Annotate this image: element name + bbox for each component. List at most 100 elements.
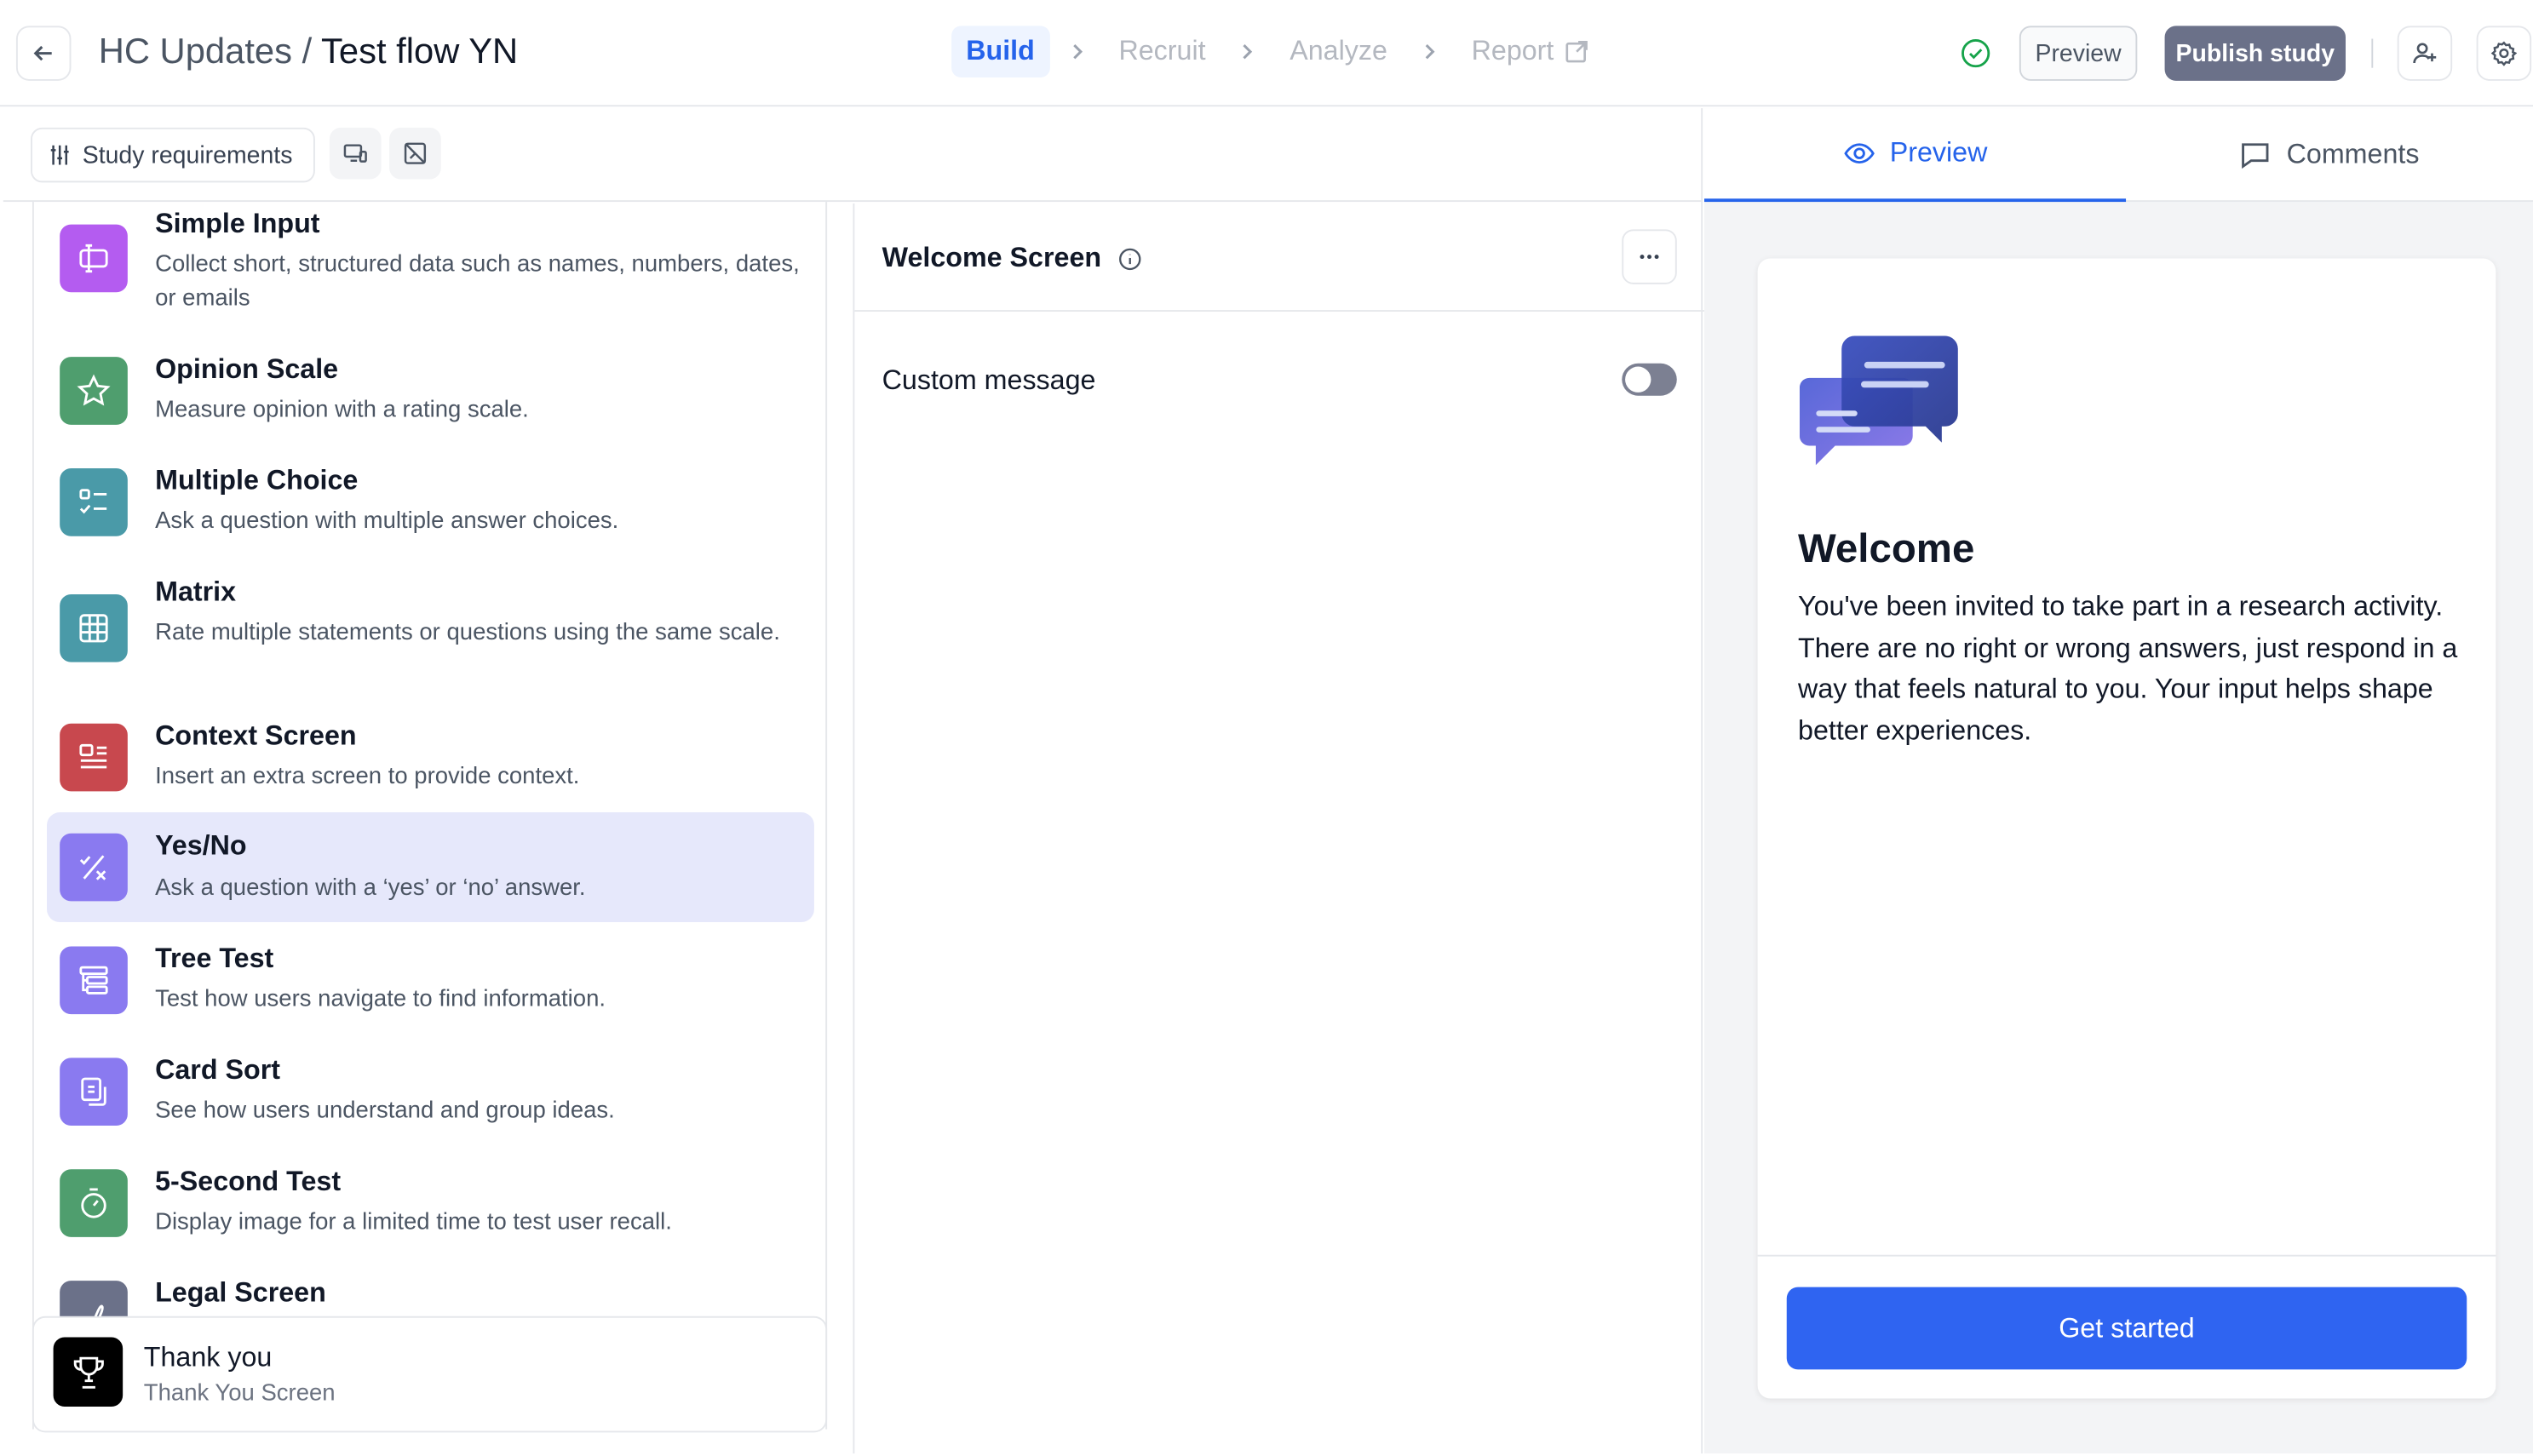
- block-description: Rate multiple statements or questions us…: [155, 620, 780, 646]
- star-icon: [60, 357, 128, 425]
- custom-message-toggle[interactable]: [1622, 363, 1677, 396]
- question-block-list: Simple Input Collect short, structured d…: [32, 202, 828, 1430]
- divider: [2371, 38, 2374, 68]
- publish-study-button[interactable]: Publish study: [2164, 26, 2346, 81]
- chevron-right-icon: [1065, 40, 1088, 63]
- devices-icon: [343, 144, 367, 163]
- thank-you-title: Thank you: [143, 1342, 273, 1373]
- block-title: Matrix: [155, 576, 237, 608]
- list-check-icon: [60, 468, 128, 536]
- get-started-button[interactable]: Get started: [1786, 1287, 2467, 1370]
- step-build-label: Build: [966, 35, 1035, 66]
- preview-tabs: Preview Comments: [1704, 108, 2533, 203]
- block-title: Legal Screen: [155, 1277, 326, 1309]
- check-circle-icon: [1961, 38, 1990, 68]
- welcome-title: Welcome: [1798, 526, 1975, 572]
- step-report[interactable]: Report: [1457, 26, 1605, 77]
- study-requirements-button[interactable]: Study requirements: [31, 127, 315, 183]
- step-analyze-label: Analyze: [1289, 35, 1387, 66]
- chat-bubbles-illustration: [1799, 335, 1958, 466]
- block-description: Display image for a limited time to test…: [155, 1209, 672, 1235]
- thank-you-subtitle: Thank You Screen: [143, 1380, 336, 1407]
- back-button[interactable]: [15, 26, 72, 81]
- block-card-sort[interactable]: Card Sort See how users understand and g…: [47, 1045, 814, 1148]
- block-title: Card Sort: [155, 1054, 281, 1086]
- block-description: Test how users navigate to find informat…: [155, 986, 606, 1013]
- block-description: See how users understand and group ideas…: [155, 1098, 615, 1125]
- block-title: Tree Test: [155, 943, 274, 974]
- build-toolbar: Study requirements: [3, 108, 1703, 203]
- editor-title-text: Welcome Screen: [882, 242, 1102, 273]
- chevron-right-icon: [1418, 40, 1441, 63]
- tab-comments-label: Comments: [2286, 139, 2420, 170]
- preview-panel: Preview Comments Welcome You've been inv…: [1704, 108, 2533, 1454]
- block-description: Insert an extra screen to provide contex…: [155, 764, 580, 790]
- step-recruit-label: Recruit: [1118, 35, 1206, 66]
- tab-preview-label: Preview: [1889, 137, 1988, 169]
- invite-collaborator-button[interactable]: [2397, 26, 2453, 81]
- block-title: Context Screen: [155, 719, 357, 751]
- device-preview-button[interactable]: [329, 127, 382, 180]
- block-title: Yes/No: [155, 829, 247, 861]
- top-bar: HC Updates / Test flow YN Build Recruit …: [0, 0, 2533, 107]
- arrow-left-icon: [33, 45, 52, 61]
- timer-icon: [60, 1169, 128, 1237]
- step-recruit[interactable]: Recruit: [1104, 26, 1220, 77]
- more-options-button[interactable]: [1622, 229, 1677, 284]
- grid-icon: [60, 593, 128, 662]
- workflow-steps: Build Recruit Analyze Report: [951, 24, 1604, 78]
- block-opinion-scale[interactable]: Opinion Scale Measure opinion with a rat…: [47, 344, 814, 447]
- tab-comments[interactable]: Comments: [2126, 108, 2533, 202]
- project-name[interactable]: HC Updates /: [99, 31, 321, 71]
- block-five-second-test[interactable]: 5-Second Test Display image for a limite…: [47, 1156, 814, 1259]
- toggle-knob: [1625, 366, 1651, 393]
- block-description: Ask a question with multiple answer choi…: [155, 508, 619, 535]
- more-horizontal-icon: [1640, 255, 1659, 260]
- card-footer-divider: [1757, 1254, 2496, 1257]
- editor-title: Welcome Screen: [882, 243, 1142, 275]
- comment-icon: [2242, 143, 2270, 169]
- editor-header: Welcome Screen: [854, 203, 1705, 312]
- welcome-preview-card: Welcome You've been invited to take part…: [1757, 258, 2496, 1399]
- welcome-body: You've been invited to take part in a re…: [1798, 591, 2458, 746]
- external-link-icon: [1565, 40, 1588, 63]
- study-requirements-label: Study requirements: [82, 140, 293, 169]
- step-analyze[interactable]: Analyze: [1275, 26, 1402, 77]
- cards-icon: [60, 1058, 128, 1126]
- block-description: Ask a question with a ‘yes’ or ‘no’ answ…: [155, 875, 586, 902]
- block-title: Opinion Scale: [155, 353, 339, 385]
- tree-icon: [60, 946, 128, 1015]
- block-title: Simple Input: [155, 208, 320, 239]
- context-icon: [60, 723, 128, 792]
- sliders-icon: [50, 145, 69, 165]
- info-icon[interactable]: [1117, 246, 1141, 270]
- yes-no-icon: [60, 833, 128, 902]
- block-description: Measure opinion with a rating scale.: [155, 397, 529, 423]
- hide-media-button[interactable]: [389, 127, 441, 180]
- trophy-icon: [53, 1337, 123, 1407]
- chevron-right-icon: [1237, 40, 1260, 63]
- text-cursor-icon: [60, 224, 128, 293]
- block-context-screen[interactable]: Context Screen Insert an extra screen to…: [47, 711, 814, 814]
- tab-preview[interactable]: Preview: [1704, 108, 2127, 203]
- block-yes-no[interactable]: Yes/No Ask a question with a ‘yes’ or ‘n…: [47, 812, 814, 923]
- block-tree-test[interactable]: Tree Test Test how users navigate to fin…: [47, 933, 814, 1036]
- study-name[interactable]: Test flow YN: [321, 31, 518, 71]
- user-plus-icon: [2413, 43, 2437, 64]
- block-multiple-choice[interactable]: Multiple Choice Ask a question with mult…: [47, 456, 814, 559]
- block-title: Multiple Choice: [155, 465, 359, 496]
- eye-icon: [1843, 143, 1875, 164]
- page-title: HC Updates / Test flow YN: [99, 31, 518, 72]
- thank-you-screen-item[interactable]: Thank you Thank You Screen: [32, 1316, 828, 1433]
- preview-button[interactable]: Preview: [2019, 26, 2138, 81]
- block-title: 5-Second Test: [155, 1166, 342, 1197]
- screen-editor: Welcome Screen Custom message: [853, 203, 1705, 1454]
- step-report-label: Report: [1471, 35, 1554, 66]
- block-simple-input[interactable]: Simple Input Collect short, structured d…: [47, 202, 814, 328]
- step-build[interactable]: Build: [951, 26, 1049, 78]
- block-description: Collect short, structured data such as n…: [155, 251, 800, 312]
- image-off-icon: [404, 142, 427, 164]
- block-matrix[interactable]: Matrix Rate multiple statements or quest…: [47, 567, 814, 700]
- settings-button[interactable]: [2476, 26, 2532, 81]
- gear-icon: [2490, 41, 2518, 66]
